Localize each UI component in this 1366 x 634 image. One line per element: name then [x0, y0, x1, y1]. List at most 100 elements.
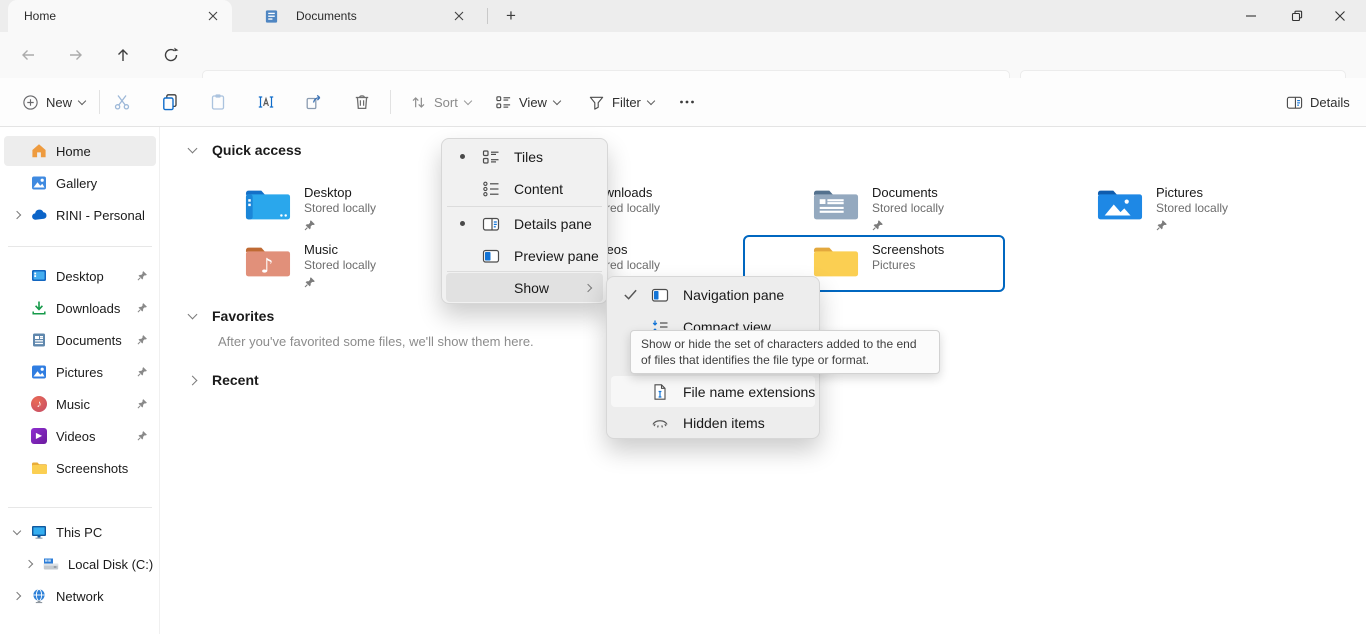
back-button[interactable] [16, 43, 40, 67]
navigation-pane: Home Gallery RINI - Personal Desktop [0, 127, 160, 634]
tooltip: Show or hide the set of characters added… [630, 330, 940, 374]
new-button[interactable]: New [14, 87, 93, 117]
pin-icon [304, 219, 376, 231]
new-tab-button[interactable]: + [500, 5, 522, 27]
menu-item-tiles[interactable]: Tiles [446, 141, 603, 172]
close-tab-icon[interactable] [450, 7, 468, 25]
tile-name: Screenshots [872, 242, 944, 257]
sidebar-separator [8, 507, 152, 508]
tile-subtitle: Stored locally [304, 258, 376, 273]
tile-documents[interactable]: Documents Stored locally [743, 178, 1005, 235]
filter-button[interactable]: Filter [580, 87, 662, 117]
submenu-item-navigation-pane[interactable]: Navigation pane [611, 279, 815, 310]
sidebar-item-downloads[interactable]: Downloads [4, 293, 156, 323]
sidebar-item-gallery[interactable]: Gallery [4, 168, 156, 198]
pin-icon [137, 366, 148, 377]
tile-music[interactable]: ♪ Music Stored locally [175, 235, 437, 292]
refresh-button[interactable] [159, 43, 183, 67]
sidebar-item-screenshots[interactable]: Screenshots [4, 453, 156, 483]
minimize-button[interactable] [1228, 0, 1274, 32]
close-tab-icon[interactable] [204, 7, 222, 25]
this-pc-icon [30, 523, 48, 541]
desktop-folder-icon [245, 185, 291, 223]
quick-access-header[interactable]: Quick access [189, 142, 302, 158]
delete-button[interactable] [345, 87, 379, 117]
sidebar-item-this-pc[interactable]: This PC [4, 517, 156, 547]
chevron-down-icon [188, 144, 198, 154]
chevron-down-icon [13, 526, 21, 534]
favorites-header[interactable]: Favorites [189, 308, 274, 324]
copy-button[interactable] [153, 87, 187, 117]
sidebar-item-pictures[interactable]: Pictures [4, 357, 156, 387]
sidebar-item-home[interactable]: Home [4, 136, 156, 166]
tile-pictures[interactable]: Pictures Stored locally [1027, 178, 1289, 235]
favorites-empty-text: After you've favorited some files, we'll… [218, 334, 534, 349]
menu-item-label: Preview pane [514, 248, 599, 264]
tooltip-text: Show or hide the set of characters added… [641, 337, 917, 367]
sidebar-item-documents[interactable]: Documents [4, 325, 156, 355]
sort-button[interactable]: Sort [402, 87, 479, 117]
onedrive-cloud-icon [30, 206, 48, 224]
pin-icon [137, 270, 148, 281]
menu-item-content[interactable]: Content [446, 173, 603, 204]
see-more-button[interactable] [668, 87, 706, 117]
up-button[interactable] [111, 43, 135, 67]
menu-separator [447, 271, 602, 272]
content-view-icon [482, 180, 500, 198]
menu-item-label: Show [514, 280, 549, 296]
pin-icon [1156, 219, 1228, 231]
pin-icon [872, 219, 944, 231]
tab-label: Home [24, 9, 56, 23]
close-button[interactable] [1314, 0, 1366, 32]
plus-circle-icon [22, 94, 39, 111]
music-icon: ♪ [30, 395, 48, 413]
menu-item-details-pane[interactable]: Details pane [446, 208, 603, 239]
chevron-right-icon [13, 592, 21, 600]
chevron-down-icon [464, 96, 472, 104]
sidebar-item-network[interactable]: Network [4, 581, 156, 611]
filter-funnel-icon [588, 94, 605, 111]
sidebar-item-label: Home [56, 144, 91, 159]
submenu-item-file-name-extensions[interactable]: File name extensions [611, 376, 815, 407]
share-button[interactable] [297, 87, 331, 117]
music-folder-icon: ♪ [245, 242, 291, 280]
chevron-down-icon [188, 310, 198, 320]
pictures-icon [30, 363, 48, 381]
sidebar-item-label: Documents [56, 333, 122, 348]
details-pane-icon [1286, 94, 1303, 111]
navigation-pane-icon [651, 286, 669, 304]
forward-button[interactable] [64, 43, 88, 67]
view-button[interactable]: View [487, 87, 568, 117]
documents-folder-icon [813, 185, 859, 223]
tile-subtitle: Pictures [872, 258, 944, 273]
pictures-folder-icon [1097, 185, 1143, 223]
sidebar-separator [8, 246, 152, 247]
sidebar-item-onedrive[interactable]: RINI - Personal [4, 200, 156, 230]
submenu-item-label: Navigation pane [683, 287, 784, 303]
tab-home[interactable]: Home [8, 0, 232, 32]
pin-icon [137, 430, 148, 441]
sidebar-item-label: Downloads [56, 301, 120, 316]
sidebar-item-local-disk-c[interactable]: Local Disk (C:) [4, 549, 156, 579]
details-pane-button[interactable]: Details [1278, 87, 1358, 117]
tab-documents[interactable]: Documents [240, 0, 478, 32]
sidebar-item-label: RINI - Personal [56, 208, 145, 223]
network-icon [30, 587, 48, 605]
sidebar-item-music[interactable]: ♪ Music [4, 389, 156, 419]
sidebar-item-desktop[interactable]: Desktop [4, 261, 156, 291]
chevron-right-icon [188, 375, 198, 385]
menu-item-preview-pane[interactable]: Preview pane [446, 240, 603, 271]
cut-button[interactable] [105, 87, 139, 117]
downloads-icon [30, 299, 48, 317]
screenshots-folder-icon [813, 242, 859, 280]
submenu-item-hidden-items[interactable]: Hidden items [611, 408, 815, 437]
tile-desktop[interactable]: Desktop Stored locally [175, 178, 437, 235]
menu-item-show[interactable]: Show [446, 273, 603, 302]
rename-button[interactable] [249, 87, 283, 117]
recent-header[interactable]: Recent [189, 372, 259, 388]
desktop-icon [30, 267, 48, 285]
tile-subtitle: Stored locally [1156, 201, 1228, 216]
paste-button[interactable] [201, 87, 235, 117]
sidebar-item-videos[interactable]: ▶ Videos [4, 421, 156, 451]
file-name-extensions-icon [651, 383, 669, 401]
